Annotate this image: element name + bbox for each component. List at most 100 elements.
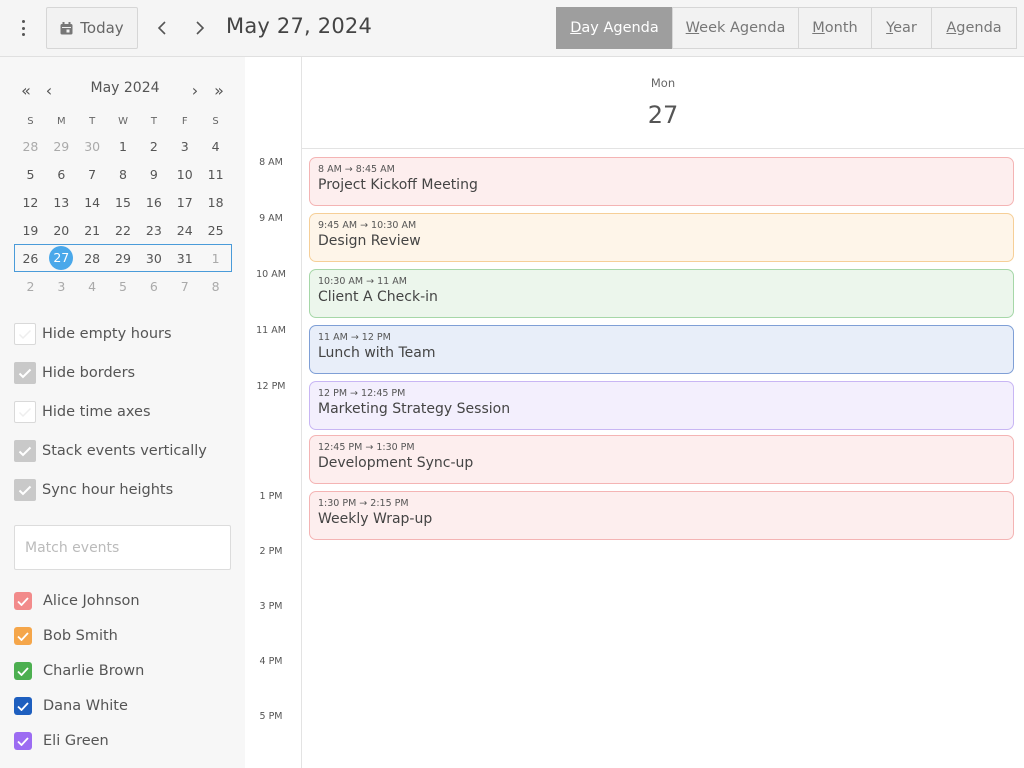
option-hide-time-axes[interactable]: Hide time axes	[14, 400, 151, 424]
mini-calendar-day[interactable]: 10	[169, 167, 200, 182]
mini-calendar-day[interactable]: 8	[108, 167, 139, 182]
checkbox[interactable]	[14, 401, 36, 423]
next-year-button[interactable]: »	[209, 77, 229, 103]
event-card[interactable]: 10:30 AM → 11 AM Client A Check-in	[309, 269, 1014, 318]
mini-calendar-day[interactable]: 4	[77, 279, 108, 294]
mini-calendar-day[interactable]: 28	[77, 251, 108, 266]
mini-calendar-day[interactable]: 11	[200, 167, 231, 182]
day-number: 10	[176, 166, 193, 182]
mini-calendar-day[interactable]: 12	[15, 195, 46, 210]
hour-label: 1 PM	[259, 491, 283, 502]
tab-year[interactable]: Year	[871, 7, 932, 49]
mini-calendar-day[interactable]: 6	[46, 167, 77, 182]
mini-calendar-day[interactable]: 19	[15, 223, 46, 238]
person-filter-charlie-brown[interactable]: Charlie Brown	[14, 661, 144, 681]
day-number: 14	[84, 194, 101, 210]
mini-calendar-day[interactable]: 28	[15, 139, 46, 154]
mini-calendar-day[interactable]: 3	[46, 279, 77, 294]
event-card[interactable]: 12:45 PM → 1:30 PM Development Sync-up	[309, 435, 1014, 484]
person-filter-eli-green[interactable]: Eli Green	[14, 731, 109, 751]
weekday-label: T	[89, 115, 96, 127]
mini-calendar-day[interactable]: 23	[138, 223, 169, 238]
day-number: 29	[115, 250, 131, 266]
next-day-button[interactable]	[188, 14, 212, 42]
person-checkbox[interactable]	[14, 732, 32, 750]
hour-label: 9 AM	[259, 213, 283, 224]
person-checkbox[interactable]	[14, 697, 32, 715]
checkbox[interactable]	[14, 479, 36, 501]
mini-calendar-day[interactable]: 25	[200, 223, 231, 238]
option-hide-empty-hours[interactable]: Hide empty hours	[14, 322, 172, 346]
mini-calendar-day[interactable]: 18	[200, 195, 231, 210]
checkmark-icon	[17, 596, 29, 606]
person-checkbox[interactable]	[14, 662, 32, 680]
sidebar: « ‹ May 2024 › » S M T W T F S 28 29 30 1 2 3 4 5 6 7 8 9 1…	[0, 57, 245, 768]
mini-calendar-day[interactable]: 21	[77, 223, 108, 238]
tab-month[interactable]: Month	[798, 7, 872, 49]
mini-calendar-day[interactable]: 1	[108, 139, 139, 154]
day-number: 1	[119, 138, 127, 154]
mini-calendar-day[interactable]: 24	[169, 223, 200, 238]
event-card[interactable]: 11 AM → 12 PM Lunch with Team	[309, 325, 1014, 374]
mini-calendar-day[interactable]: 2	[138, 139, 169, 154]
checkbox[interactable]	[14, 323, 36, 345]
mini-calendar-day[interactable]: 26	[15, 251, 46, 266]
mini-calendar-day[interactable]: 5	[15, 167, 46, 182]
person-filter-bob-smith[interactable]: Bob Smith	[14, 626, 118, 646]
mini-calendar-day[interactable]: 20	[46, 223, 77, 238]
event-card[interactable]: 9:45 AM → 10:30 AM Design Review	[309, 213, 1014, 262]
mini-calendar-day[interactable]: 22	[108, 223, 139, 238]
option-sync-hour-heights[interactable]: Sync hour heights	[14, 478, 173, 502]
mini-calendar-day[interactable]: 8	[200, 279, 231, 294]
mini-calendar-day[interactable]: 17	[169, 195, 200, 210]
option-hide-borders[interactable]: Hide borders	[14, 361, 135, 385]
match-events-input[interactable]	[14, 525, 231, 570]
mini-calendar-day[interactable]: 5	[108, 279, 139, 294]
day-header-date: 27	[647, 101, 679, 129]
event-card[interactable]: 12 PM → 12:45 PM Marketing Strategy Sessi…	[309, 381, 1014, 430]
option-label: Stack events vertically	[42, 443, 207, 459]
mini-calendar-day[interactable]: 30	[138, 251, 169, 266]
person-filter-alice-johnson[interactable]: Alice Johnson	[14, 591, 140, 611]
person-name: Bob Smith	[43, 628, 118, 644]
hour-label: 2 PM	[259, 546, 283, 557]
mini-calendar-day[interactable]: 3	[169, 139, 200, 154]
tab-agenda[interactable]: Agenda	[931, 7, 1017, 49]
checkbox[interactable]	[14, 362, 36, 384]
mini-calendar-day[interactable]: 7	[77, 167, 108, 182]
mini-calendar-day[interactable]: 16	[138, 195, 169, 210]
mini-calendar-day[interactable]: 1	[200, 251, 231, 266]
next-month-button[interactable]: ›	[185, 77, 205, 103]
day-number: 27	[49, 246, 74, 270]
mini-calendar-today[interactable]: 27	[46, 246, 77, 270]
mini-calendar-day[interactable]: 31	[169, 251, 200, 266]
person-checkbox[interactable]	[14, 627, 32, 645]
hour-label: 10 AM	[256, 269, 286, 280]
mini-calendar-day[interactable]: 14	[77, 195, 108, 210]
today-button[interactable]: Today	[46, 7, 138, 49]
mini-calendar-day[interactable]: 4	[200, 139, 231, 154]
checkbox[interactable]	[14, 440, 36, 462]
mini-calendar-day[interactable]: 6	[138, 279, 169, 294]
tab-week-agenda[interactable]: Week Agenda	[672, 7, 799, 49]
previous-day-button[interactable]	[150, 14, 174, 42]
mini-calendar-day[interactable]: 15	[108, 195, 139, 210]
day-number: 23	[145, 222, 162, 238]
person-checkbox[interactable]	[14, 592, 32, 610]
mini-calendar-day[interactable]: 9	[138, 167, 169, 182]
mini-calendar-day[interactable]: 29	[108, 251, 139, 266]
mini-calendar-day[interactable]: 7	[169, 279, 200, 294]
mini-calendar-day[interactable]: 29	[46, 139, 77, 154]
day-header-weekday: Mon	[650, 76, 676, 90]
event-card[interactable]: 1:30 PM → 2:15 PM Weekly Wrap-up	[309, 491, 1014, 540]
mini-calendar-day[interactable]: 30	[77, 139, 108, 154]
option-stack-events-vertically[interactable]: Stack events vertically	[14, 439, 207, 463]
tab-day-agenda[interactable]: Day Agenda	[556, 7, 673, 49]
mini-calendar-day[interactable]: 2	[15, 279, 46, 294]
today-label: Today	[80, 19, 124, 37]
kebab-menu-icon[interactable]	[14, 18, 32, 38]
mini-calendar-day[interactable]: 13	[46, 195, 77, 210]
event-card[interactable]: 8 AM → 8:45 AM Project Kickoff Meeting	[309, 157, 1014, 206]
mini-calendar-grid: S M T W T F S 28 29 30 1 2 3 4 5 6 7 8 9 10 11 12 13 14 15 16 17 18…	[14, 114, 232, 300]
person-filter-dana-white[interactable]: Dana White	[14, 696, 128, 716]
